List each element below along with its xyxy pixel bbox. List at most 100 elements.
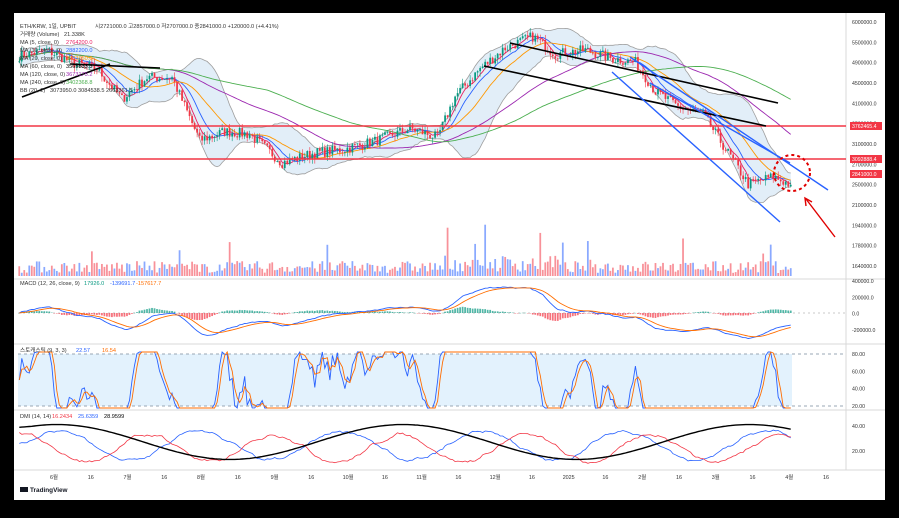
candle-body xyxy=(159,79,161,82)
time-tick-label: 12월 xyxy=(490,473,501,481)
macd-histogram-bar xyxy=(384,311,386,313)
volume-bar xyxy=(554,256,556,276)
ma-legend-label: MA (120, close, 0) xyxy=(20,72,65,78)
macd-histogram-bar xyxy=(707,312,709,313)
volume-bar xyxy=(382,267,384,276)
volume-bar xyxy=(374,271,376,276)
volume-bar xyxy=(41,272,43,276)
candle-body xyxy=(432,138,434,139)
candle-body xyxy=(464,83,466,85)
macd-histogram-bar xyxy=(534,313,536,315)
macd-histogram-bar xyxy=(762,311,764,313)
volume-bar xyxy=(414,267,416,276)
macd-histogram-bar xyxy=(104,313,106,316)
volume-bar xyxy=(357,271,359,276)
macd-histogram-bar xyxy=(747,313,749,315)
price-tick-label: 4500000.0 xyxy=(852,81,877,87)
volume-bar xyxy=(577,263,579,276)
volume-bar xyxy=(38,262,40,276)
candle-body xyxy=(622,63,624,64)
candle-body xyxy=(777,176,779,180)
volume-bar xyxy=(384,266,386,276)
volume-bar xyxy=(281,267,283,276)
macd-histogram-bar xyxy=(574,313,576,316)
macd-histogram-bar xyxy=(727,313,729,315)
ma-legend-label: MA (240, close, 0) xyxy=(20,80,65,86)
stoch-tick-label: 60.00 xyxy=(852,369,865,375)
volume-bar xyxy=(652,271,654,276)
candle-body xyxy=(552,55,554,57)
candle-body xyxy=(645,75,647,82)
candle-body xyxy=(364,148,366,150)
macd-histogram-bar xyxy=(645,313,647,316)
candle-body xyxy=(492,58,494,64)
volume-bar xyxy=(48,270,50,276)
volume-bar xyxy=(514,264,516,276)
candle-body xyxy=(577,51,579,54)
volume-bar xyxy=(492,268,494,276)
volume-bar xyxy=(169,264,171,276)
volume-bar xyxy=(159,268,161,276)
macd-histogram-bar xyxy=(329,311,331,313)
macd-histogram-bar xyxy=(249,310,251,313)
candle-body xyxy=(760,179,762,180)
time-tick-label: 16 xyxy=(308,475,314,481)
volume-bar xyxy=(517,270,519,276)
macd-histogram-bar xyxy=(464,307,466,313)
volume-bar xyxy=(735,272,737,276)
macd-histogram-bar xyxy=(286,313,288,314)
macd-histogram-bar xyxy=(725,313,727,316)
dmi-tick-label: 40.00 xyxy=(852,424,865,430)
ma-legend-value: 3565833.3 xyxy=(66,64,92,70)
volume-bar xyxy=(234,264,236,276)
volume-bar xyxy=(532,258,534,276)
candle-body xyxy=(782,181,784,184)
candle-body xyxy=(326,147,328,157)
volume-bar xyxy=(321,261,323,276)
volume-bar xyxy=(755,264,757,276)
volume-bar xyxy=(512,266,514,276)
macd-histogram-bar xyxy=(502,312,504,313)
macd-histogram-bar xyxy=(447,311,449,313)
macd-histogram-bar xyxy=(720,313,722,315)
volume-bar xyxy=(174,267,176,276)
candle-body xyxy=(627,59,629,63)
macd-histogram-bar xyxy=(685,313,687,314)
candle-body xyxy=(574,50,576,54)
volume-bar xyxy=(362,265,364,276)
volume-bar xyxy=(101,264,103,276)
candle-body xyxy=(221,128,223,130)
macd-histogram-bar xyxy=(397,312,399,313)
candle-body xyxy=(261,139,263,141)
candle-body xyxy=(600,52,602,57)
volume-bar xyxy=(650,270,652,276)
candle-body xyxy=(229,128,231,136)
candle-body xyxy=(439,130,441,132)
time-tick-label: 8월 xyxy=(197,473,205,481)
volume-bar xyxy=(68,271,70,276)
macd-histogram-bar xyxy=(392,312,394,313)
volume-bar xyxy=(269,263,271,276)
volume-bar xyxy=(289,272,291,276)
macd-histogram-bar xyxy=(306,311,308,313)
macd-histogram-bar xyxy=(259,311,261,313)
volume-bar xyxy=(449,269,451,276)
candle-body xyxy=(454,97,456,107)
volume-bar xyxy=(259,268,261,276)
volume-bar xyxy=(549,256,551,276)
candle-body xyxy=(532,33,534,42)
volume-bar xyxy=(261,269,263,276)
volume-bar xyxy=(622,266,624,276)
macd-histogram-bar xyxy=(454,309,456,313)
candle-body xyxy=(169,78,171,79)
macd-histogram-bar xyxy=(695,312,697,313)
candle-body xyxy=(404,132,406,133)
volume-bar xyxy=(720,271,722,276)
macd-histogram-bar xyxy=(58,313,60,314)
volume-bar xyxy=(309,267,311,276)
candle-body xyxy=(321,148,323,151)
ma-legend-value: 3402368.8 xyxy=(66,80,92,86)
candle-body xyxy=(584,48,586,51)
macd-histogram-bar xyxy=(765,311,767,313)
candle-body xyxy=(372,140,374,147)
